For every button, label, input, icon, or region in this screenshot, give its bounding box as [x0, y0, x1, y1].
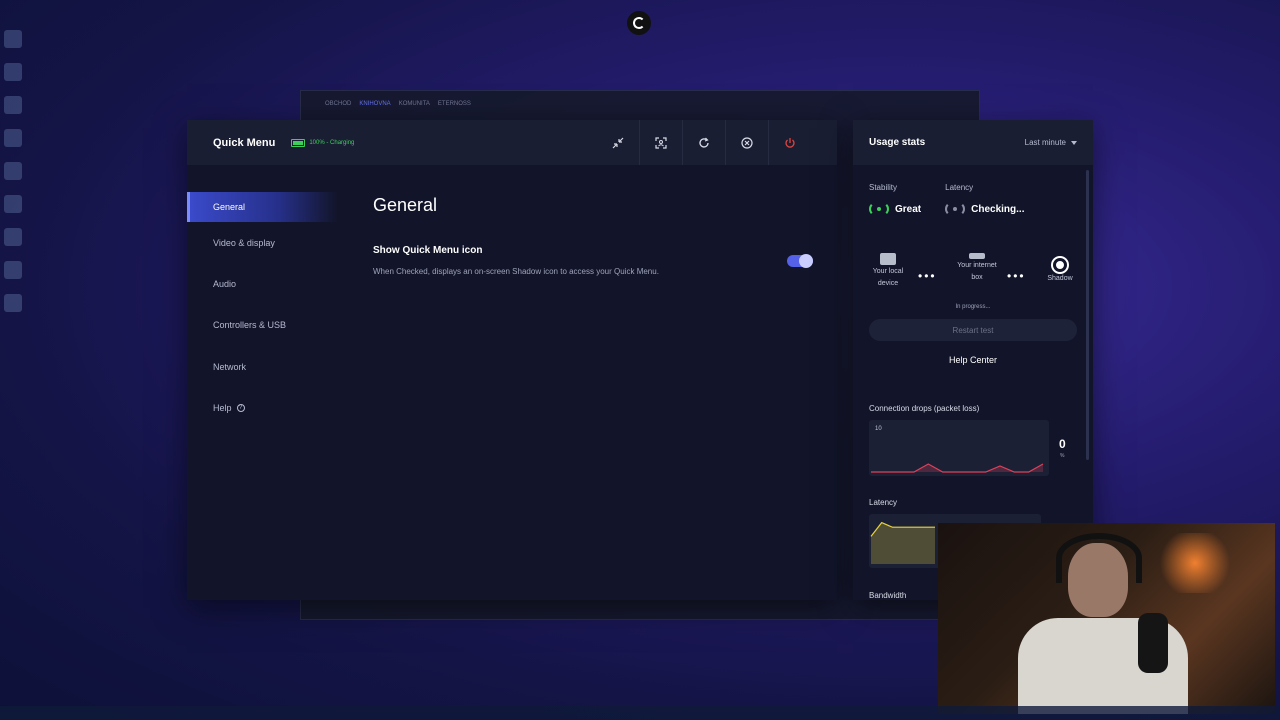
stability-label: Stability: [869, 183, 898, 192]
period-dropdown[interactable]: Last minute: [1025, 138, 1077, 147]
sidebar-item-general[interactable]: General: [187, 192, 337, 222]
headset: [1056, 533, 1142, 583]
drops-axis-max: 10: [875, 426, 882, 432]
desktop-icon[interactable]: [4, 261, 22, 279]
screenshot-icon: [655, 136, 667, 149]
desktop-icon[interactable]: [4, 96, 22, 114]
sidebar-item-label: General: [213, 202, 246, 212]
setting-description: When Checked, displays an on-screen Shad…: [373, 267, 659, 276]
chevron-down-icon: [1071, 140, 1077, 145]
setting-row-quick-menu-icon: Show Quick Menu icon When Checked, displ…: [373, 245, 823, 279]
desktop-icons: [2, 30, 24, 327]
sidebar-item-label: Audio: [213, 278, 237, 289]
screenshot-button[interactable]: [639, 120, 682, 165]
sidebar-item-controllers-usb[interactable]: Controllers & USB: [187, 305, 337, 346]
desktop-icon[interactable]: [4, 129, 22, 147]
route-dots-icon: •••: [1007, 269, 1026, 283]
stats-row: Stability Great Latency Checking...: [869, 183, 1024, 216]
bg-tab[interactable]: ETERNOSS: [438, 101, 471, 107]
drops-title: Connection drops (packet loss): [869, 404, 980, 413]
page-title: General: [373, 195, 438, 215]
close-icon: [741, 136, 753, 149]
quick-menu-panel: Quick Menu 100% - Charging General Video…: [187, 120, 837, 600]
quick-menu-header: Quick Menu 100% - Charging: [187, 120, 837, 165]
shadow-loading-icon: [627, 11, 651, 35]
close-session-button[interactable]: [725, 120, 768, 165]
latency-label: Latency: [945, 183, 974, 192]
settings-sidebar: General Video & display Audio Controller…: [187, 192, 337, 428]
router-icon: [969, 253, 985, 259]
drops-chart-svg: 10: [871, 426, 1044, 473]
sidebar-item-label: Controllers & USB: [213, 320, 287, 331]
quick-menu-icon-toggle[interactable]: [787, 254, 813, 268]
background-lamp: [1155, 533, 1235, 593]
drops-unit: %: [1060, 453, 1065, 459]
signal-good-icon: [869, 202, 889, 216]
route-local-label: Your local device: [872, 268, 904, 287]
bg-tab[interactable]: KOMUNITA: [399, 101, 430, 107]
chart-area: [871, 464, 1043, 472]
latency-value: Checking...: [971, 203, 1025, 215]
power-button[interactable]: [768, 120, 811, 165]
bandwidth-title: Bandwidth: [869, 591, 907, 600]
shadow-logo-icon: [1053, 258, 1067, 272]
desktop-icon[interactable]: [4, 195, 22, 213]
desktop-icon[interactable]: [4, 162, 22, 180]
settings-content: General Show Quick Menu icon When Checke…: [373, 195, 823, 279]
route-dots-icon: •••: [918, 269, 937, 283]
toggle-knob: [799, 254, 813, 268]
desktop-icon[interactable]: [4, 294, 22, 312]
battery-text: 100% - Charging: [309, 139, 355, 146]
sidebar-item-help[interactable]: Help?: [187, 387, 337, 428]
route-box-label: Your internet box: [957, 262, 997, 281]
drops-chart: 10: [869, 420, 1049, 476]
signal-checking-icon: [945, 202, 966, 216]
period-value: Last minute: [1024, 138, 1066, 147]
webcam-overlay: [938, 523, 1275, 714]
connection-route: Your local device ••• Your internet box …: [867, 253, 1077, 303]
usage-stats-header: Usage stats Last minute: [853, 120, 1093, 165]
sidebar-item-label: Video & display: [213, 237, 275, 248]
stability-stat: Stability Great: [869, 183, 921, 216]
quick-menu-title: Quick Menu: [213, 136, 276, 149]
desktop-icon[interactable]: [4, 228, 22, 246]
usage-stats-title: Usage stats: [869, 137, 926, 148]
latency-stat: Latency Checking...: [945, 183, 1024, 216]
chart-series-line: [871, 463, 1044, 473]
battery-icon: [291, 138, 306, 147]
route-shadow: Shadow: [1043, 253, 1077, 285]
power-icon: [785, 137, 795, 148]
test-progress-text: In progress...: [955, 304, 991, 310]
sidebar-item-label: Help: [213, 402, 232, 413]
sidebar-item-label: Network: [213, 361, 247, 372]
computer-icon: [880, 253, 896, 265]
minimize-icon: [612, 137, 623, 148]
route-internet-box: Your internet box: [957, 253, 997, 284]
setting-title: Show Quick Menu icon: [373, 245, 483, 256]
sidebar-item-network[interactable]: Network: [187, 346, 337, 387]
desktop-icon[interactable]: [4, 63, 22, 81]
chart-area: [871, 522, 935, 564]
route-shadow-label: Shadow: [1047, 275, 1073, 282]
stability-value: Great: [895, 203, 922, 215]
refresh-icon: [699, 137, 709, 148]
minimize-button[interactable]: [596, 120, 639, 165]
sidebar-item-video-display[interactable]: Video & display: [187, 222, 337, 263]
latency-chart-title: Latency: [869, 498, 898, 507]
desktop-icon[interactable]: [4, 30, 22, 48]
microphone: [1138, 613, 1168, 673]
help-circle-icon: ?: [236, 403, 245, 412]
scrollbar[interactable]: [1086, 170, 1089, 460]
help-center-link[interactable]: Help Center: [853, 355, 1093, 365]
sidebar-item-audio[interactable]: Audio: [187, 263, 337, 304]
bg-tab[interactable]: OBCHOD: [325, 101, 351, 107]
bg-tab[interactable]: KNIHOVNA: [359, 101, 390, 107]
battery-status: 100% - Charging: [291, 138, 355, 147]
taskbar: [0, 706, 1280, 720]
route-local-device: Your local device: [867, 253, 909, 290]
restart-test-button[interactable]: Restart test: [869, 319, 1077, 341]
drops-value: 0: [1059, 437, 1066, 451]
refresh-button[interactable]: [682, 120, 725, 165]
